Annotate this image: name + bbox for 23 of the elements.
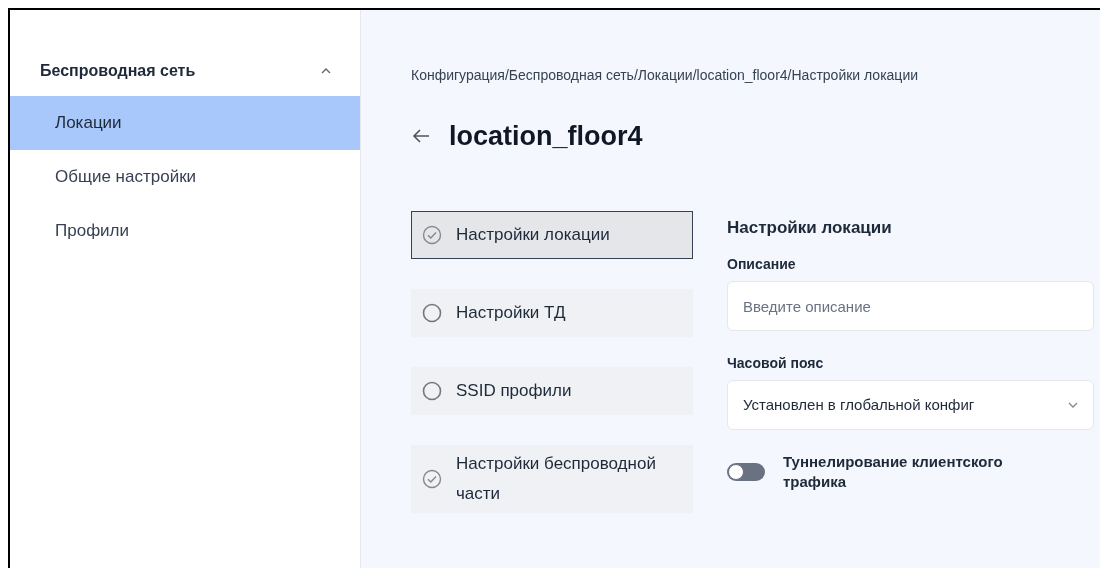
description-input[interactable]: Введите описание <box>727 281 1094 331</box>
chevron-down-icon <box>1067 401 1079 409</box>
timezone-select[interactable]: Установлен в глобальной конфиг <box>727 380 1094 430</box>
circle-icon <box>422 380 442 401</box>
sidebar-item[interactable]: Локации <box>10 96 360 150</box>
chevron-up-icon <box>320 67 332 75</box>
check-circle-icon <box>422 468 442 489</box>
field-label: Часовой пояс <box>727 354 825 373</box>
step-tab[interactable]: SSID профили <box>411 366 693 415</box>
toggle-label: Туннелирование клиентского трафика <box>783 452 1004 492</box>
sidebar-section-header[interactable]: Беспроводная сеть <box>10 58 360 84</box>
circle-icon <box>422 302 442 323</box>
page-title: location_floor4 <box>449 120 643 153</box>
back-button[interactable] <box>411 128 431 145</box>
step-tab[interactable]: Настройки беспроводной части <box>411 444 693 513</box>
back-arrow-icon <box>411 128 431 145</box>
check-circle-icon <box>422 224 442 245</box>
field-label: Описание <box>727 255 797 274</box>
breadcrumb: Конфигурация/Беспроводная сеть/Локации/location_floor4/Настройки локации <box>411 66 920 85</box>
form-title: Настройки локации <box>727 216 893 239</box>
step-tab[interactable]: Настройки локации <box>411 210 693 259</box>
step-tab[interactable]: Настройки ТД <box>411 288 693 337</box>
toggle-switch[interactable] <box>727 463 765 481</box>
